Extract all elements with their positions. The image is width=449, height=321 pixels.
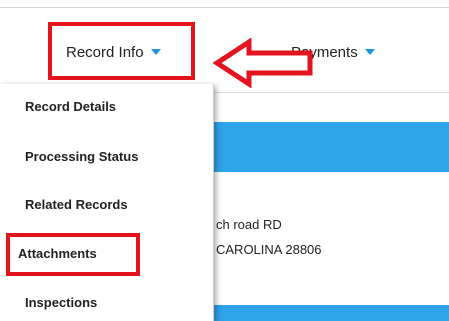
address-line-1: ch road RD [216, 217, 282, 232]
page: Record Info Payments ch road RD CAROLINA… [0, 0, 449, 321]
menu-item-record-details[interactable]: Record Details [25, 99, 116, 114]
address-line-2: CAROLINA 28806 [216, 242, 322, 257]
menu-item-processing-status[interactable]: Processing Status [25, 149, 138, 164]
chevron-down-icon [364, 49, 375, 55]
menu-item-attachments[interactable]: Attachments [18, 246, 97, 261]
tab-record-info-label: Record Info [66, 43, 144, 61]
arrow-left-icon [213, 38, 313, 88]
tab-record-info[interactable]: Record Info [66, 40, 161, 64]
menu-item-related-records[interactable]: Related Records [25, 197, 128, 212]
menu-item-inspections[interactable]: Inspections [25, 295, 97, 310]
section-header-band [213, 122, 449, 172]
record-info-dropdown-menu: Record Details Processing Status Related… [0, 84, 214, 321]
top-rule [0, 0, 449, 8]
chevron-down-icon [150, 49, 161, 55]
section-header-band-bottom [213, 305, 449, 321]
